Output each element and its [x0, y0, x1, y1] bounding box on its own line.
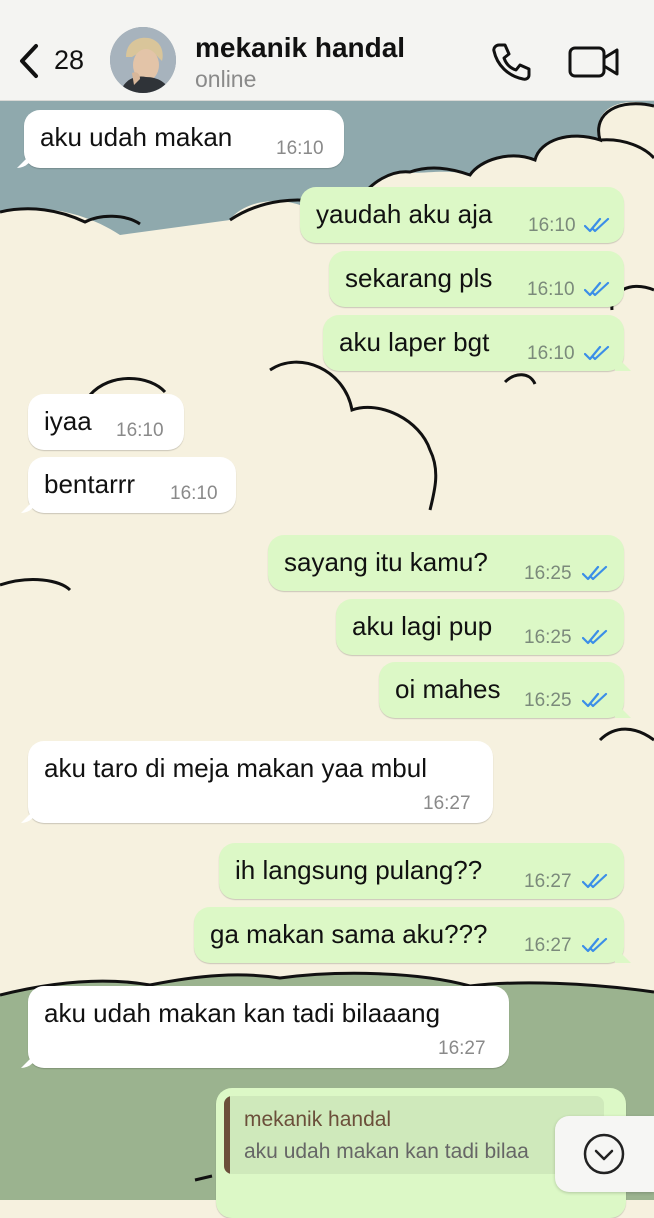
avatar-image: [110, 27, 176, 93]
message-bubble-outgoing[interactable]: ih langsung pulang?? 16:27: [219, 843, 624, 899]
message-time: 16:25: [524, 690, 572, 711]
double-check-icon: [584, 217, 610, 233]
message-time: 16:10: [170, 483, 218, 504]
message-text: aku taro di meja makan yaa mbul: [44, 753, 427, 783]
message-time: 16:25: [524, 563, 572, 584]
double-check-icon: [582, 565, 608, 581]
chat-header: 28 mekanik handal online: [0, 0, 654, 101]
message-bubble-outgoing[interactable]: sayang itu kamu? 16:25: [268, 535, 624, 591]
message-bubble-incoming[interactable]: iyaa 16:10: [28, 394, 184, 450]
quote-bar: [224, 1096, 230, 1174]
message-bubble-outgoing[interactable]: ga makan sama aku??? 16:27: [194, 907, 624, 963]
double-check-icon: [584, 281, 610, 297]
message-text: aku udah makan kan tadi bilaaang: [44, 998, 441, 1028]
message-time: 16:10: [116, 420, 164, 441]
message-bubble-outgoing[interactable]: sekarang pls 16:10: [329, 251, 624, 307]
double-check-icon: [582, 873, 608, 889]
message-bubble-incoming[interactable]: aku udah makan kan tadi bilaaang 16:27: [28, 986, 509, 1068]
phone-icon: [492, 43, 531, 81]
message-time: 16:27: [524, 935, 572, 956]
video-camera-icon: [568, 46, 619, 78]
unread-count[interactable]: 28: [54, 45, 84, 76]
message-time: 16:25: [524, 627, 572, 648]
back-button[interactable]: [14, 38, 54, 84]
contact-name[interactable]: mekanik handal: [195, 32, 405, 64]
scroll-to-bottom-button[interactable]: [555, 1116, 654, 1192]
quoted-sender: mekanik handal: [244, 1108, 392, 1131]
voice-call-button[interactable]: [490, 40, 532, 82]
message-time: 16:10: [528, 215, 576, 236]
message-text: aku lagi pup: [352, 611, 493, 641]
message-time: 16:27: [423, 793, 471, 814]
message-bubble-outgoing[interactable]: aku laper bgt 16:10: [323, 315, 624, 371]
message-bubble-incoming[interactable]: aku udah makan 16:10: [24, 110, 344, 168]
message-text: aku udah makan: [40, 122, 233, 152]
message-time: 16:10: [276, 138, 324, 159]
chevron-down-icon: [583, 1133, 625, 1175]
contact-status: online: [195, 66, 257, 92]
message-time: 16:10: [527, 343, 575, 364]
message-text: oi mahes: [395, 674, 501, 704]
message-time: 16:27: [524, 871, 572, 892]
message-text: iyaa: [44, 406, 92, 436]
double-check-icon: [582, 937, 608, 953]
double-check-icon: [582, 629, 608, 645]
message-text: yaudah aku aja: [316, 199, 493, 229]
quoted-text: aku udah makan kan tadi bilaa: [244, 1140, 529, 1163]
message-bubble-incoming[interactable]: bentarrr 16:10: [28, 457, 236, 513]
double-check-icon: [582, 692, 608, 708]
message-text: aku laper bgt: [339, 327, 490, 357]
chevron-left-icon: [20, 44, 38, 78]
message-time: 16:27: [438, 1038, 486, 1059]
double-check-icon: [584, 345, 610, 361]
message-bubble-incoming[interactable]: aku taro di meja makan yaa mbul 16:27: [28, 741, 493, 823]
message-bubble-outgoing[interactable]: yaudah aku aja 16:10: [300, 187, 624, 243]
message-bubble-outgoing[interactable]: aku lagi pup 16:25: [336, 599, 624, 655]
message-bubble-outgoing[interactable]: oi mahes 16:25: [379, 662, 624, 718]
quoted-message[interactable]: mekanik handal aku udah makan kan tadi b…: [224, 1096, 604, 1174]
avatar[interactable]: [110, 27, 176, 93]
message-text: ga makan sama aku???: [210, 919, 488, 949]
message-text: sekarang pls: [345, 263, 493, 293]
message-text: bentarrr: [44, 469, 136, 499]
message-text: ih langsung pulang??: [235, 855, 483, 885]
video-call-button[interactable]: [568, 44, 620, 80]
message-text: sayang itu kamu?: [284, 547, 488, 577]
message-time: 16:10: [527, 279, 575, 300]
